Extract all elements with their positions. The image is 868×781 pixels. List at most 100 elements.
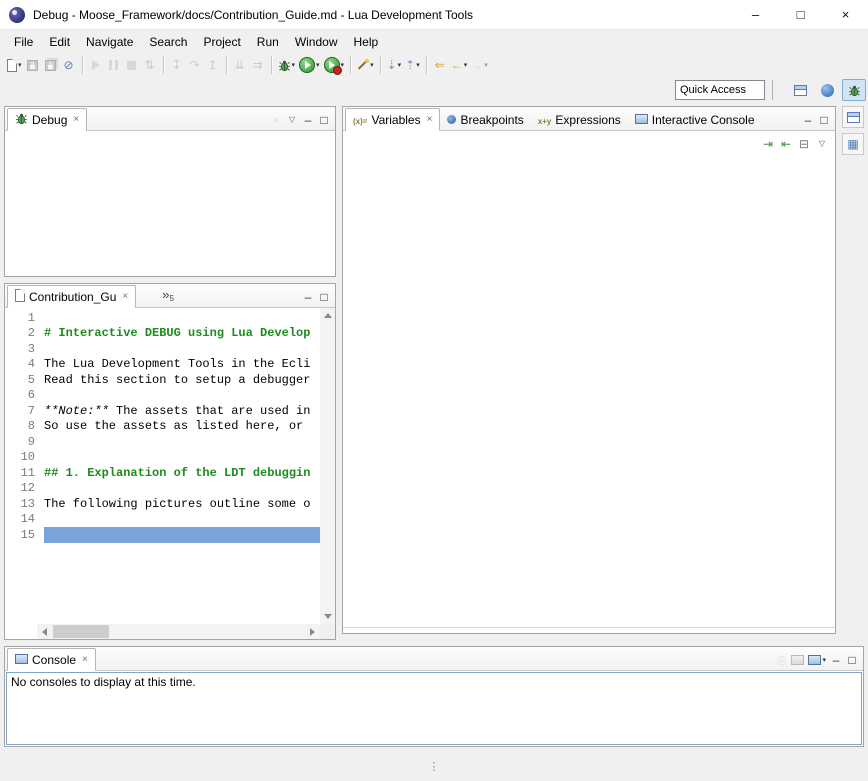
maximize-view-button[interactable]: □ [316,110,332,130]
maximize-view-button[interactable]: □ [816,110,832,130]
menu-file[interactable]: File [6,33,41,51]
next-annotation-button[interactable]: ⇣▾ [385,54,404,76]
line-number[interactable]: 13 [5,497,35,511]
tab-console[interactable]: Console × [7,648,96,671]
line-number[interactable]: 7 [5,404,35,418]
tab-debug[interactable]: Debug × [7,108,87,131]
editor-line[interactable]: 14 [5,512,320,528]
close-tab-icon[interactable]: × [82,654,88,665]
maximize-window-button[interactable]: □ [778,0,823,30]
run-coverage-button[interactable]: ▾ [322,54,347,76]
last-edit-location-button[interactable]: ⇐ [431,54,449,76]
vertical-scrollbar[interactable] [320,308,335,624]
open-perspective-button[interactable] [788,79,812,101]
step-return-button[interactable]: ↥ [204,54,222,76]
line-number[interactable]: 12 [5,481,35,495]
view-menu-button[interactable]: ▽ [284,110,300,130]
editor-line[interactable]: 7**Note:** The assets that are used in [5,403,320,419]
debug-perspective-button[interactable] [842,79,866,101]
quick-access-field[interactable]: Quick Access [675,80,765,100]
tab-expressions[interactable]: x+yExpressions [531,108,628,131]
save-button[interactable] [24,54,42,76]
debug-button[interactable]: ▾ [276,54,298,76]
close-tab-icon[interactable]: × [122,291,128,302]
step-into-button[interactable]: ↧ [168,54,186,76]
menu-edit[interactable]: Edit [41,33,78,51]
minimize-view-button[interactable]: – [800,110,816,130]
new-button[interactable]: ▾ [5,54,24,76]
forward-button[interactable]: →▾ [469,54,490,76]
editor-line[interactable]: 13The following pictures outline some o [5,496,320,512]
scroll-up-icon[interactable] [320,308,335,323]
line-number[interactable]: 2 [5,326,35,340]
tab-interactive-console[interactable]: Interactive Console [628,108,762,131]
detail-pane-sash[interactable] [343,627,835,628]
editor-line[interactable]: 11## 1. Explanation of the LDT debuggin [5,465,320,481]
editor-tab-overflow[interactable]: »5 [162,284,174,307]
minimize-window-button[interactable]: – [733,0,778,30]
display-selected-console-button[interactable] [789,650,806,670]
editor-line[interactable]: 15 [5,527,320,543]
tab-breakpoints[interactable]: Breakpoints [440,108,530,131]
line-number[interactable]: 15 [5,528,35,542]
menu-window[interactable]: Window [287,33,346,51]
scroll-down-icon[interactable] [320,609,335,624]
close-window-button[interactable]: × [823,0,868,30]
back-button[interactable]: ←▾ [449,54,470,76]
collapse-all-button[interactable]: ⊟ [795,133,813,155]
suspend-button[interactable] [105,54,123,76]
tab-variables[interactable]: (x)=Variables× [345,108,440,131]
show-logical-structures-button[interactable]: ⇤ [777,133,795,155]
lua-perspective-button[interactable] [815,79,839,101]
skip-all-breakpoints-button[interactable]: ⊘ [60,54,78,76]
line-number[interactable]: 4 [5,357,35,371]
scroll-right-icon[interactable] [305,624,320,639]
editor-line[interactable]: 5Read this section to setup a debugger [5,372,320,388]
maximize-view-button[interactable]: □ [316,287,332,307]
pin-console-button[interactable]: ◎ [773,650,789,670]
editor-line[interactable]: 10 [5,450,320,466]
minimized-view-button[interactable]: ▦ [842,133,864,155]
step-over-button[interactable]: ↷ [186,54,204,76]
resume-button[interactable] [87,54,105,76]
minimize-view-button[interactable]: – [300,110,316,130]
open-console-button[interactable]: ▾ [806,650,828,670]
tab-contribution-guide[interactable]: Contribution_Gu × [7,285,136,308]
editor-line[interactable]: 9 [5,434,320,450]
line-number[interactable]: 9 [5,435,35,449]
line-number[interactable]: 1 [5,311,35,325]
line-number[interactable]: 10 [5,450,35,464]
remove-all-terminated-button[interactable]: × [268,110,284,130]
close-tab-icon[interactable]: × [73,114,79,125]
editor-line[interactable]: 8So use the assets as listed here, or [5,419,320,435]
restore-minimized-views-button[interactable] [842,106,864,128]
use-step-filters-button[interactable]: ⇉ [249,54,267,76]
sash-handle[interactable]: ⋮ [429,760,440,773]
line-number[interactable]: 11 [5,466,35,480]
line-number[interactable]: 6 [5,388,35,402]
close-tab-icon[interactable]: × [427,114,433,125]
editor-line[interactable]: 6 [5,388,320,404]
horizontal-scrollbar[interactable] [37,624,320,639]
terminate-button[interactable] [123,54,141,76]
view-menu-button[interactable]: ▽ [813,133,831,155]
drop-to-frame-button[interactable]: ⇊ [231,54,249,76]
editor-line[interactable]: 1 [5,310,320,326]
line-number[interactable]: 5 [5,373,35,387]
menu-search[interactable]: Search [141,33,195,51]
line-number[interactable]: 8 [5,419,35,433]
menu-run[interactable]: Run [249,33,287,51]
editor-line[interactable]: 4The Lua Development Tools in the Ecli [5,357,320,373]
minimize-view-button[interactable]: – [300,287,316,307]
scrollbar-thumb[interactable] [53,625,109,638]
line-number[interactable]: 3 [5,342,35,356]
scroll-left-icon[interactable] [37,624,52,639]
menu-navigate[interactable]: Navigate [78,33,141,51]
previous-annotation-button[interactable]: ⇡▾ [403,54,422,76]
editor-line[interactable]: 12 [5,481,320,497]
run-button[interactable]: ▾ [297,54,322,76]
editor-line[interactable]: 3 [5,341,320,357]
menu-project[interactable]: Project [195,33,248,51]
menu-help[interactable]: Help [346,33,387,51]
external-tools-button[interactable]: ▾ [355,54,376,76]
